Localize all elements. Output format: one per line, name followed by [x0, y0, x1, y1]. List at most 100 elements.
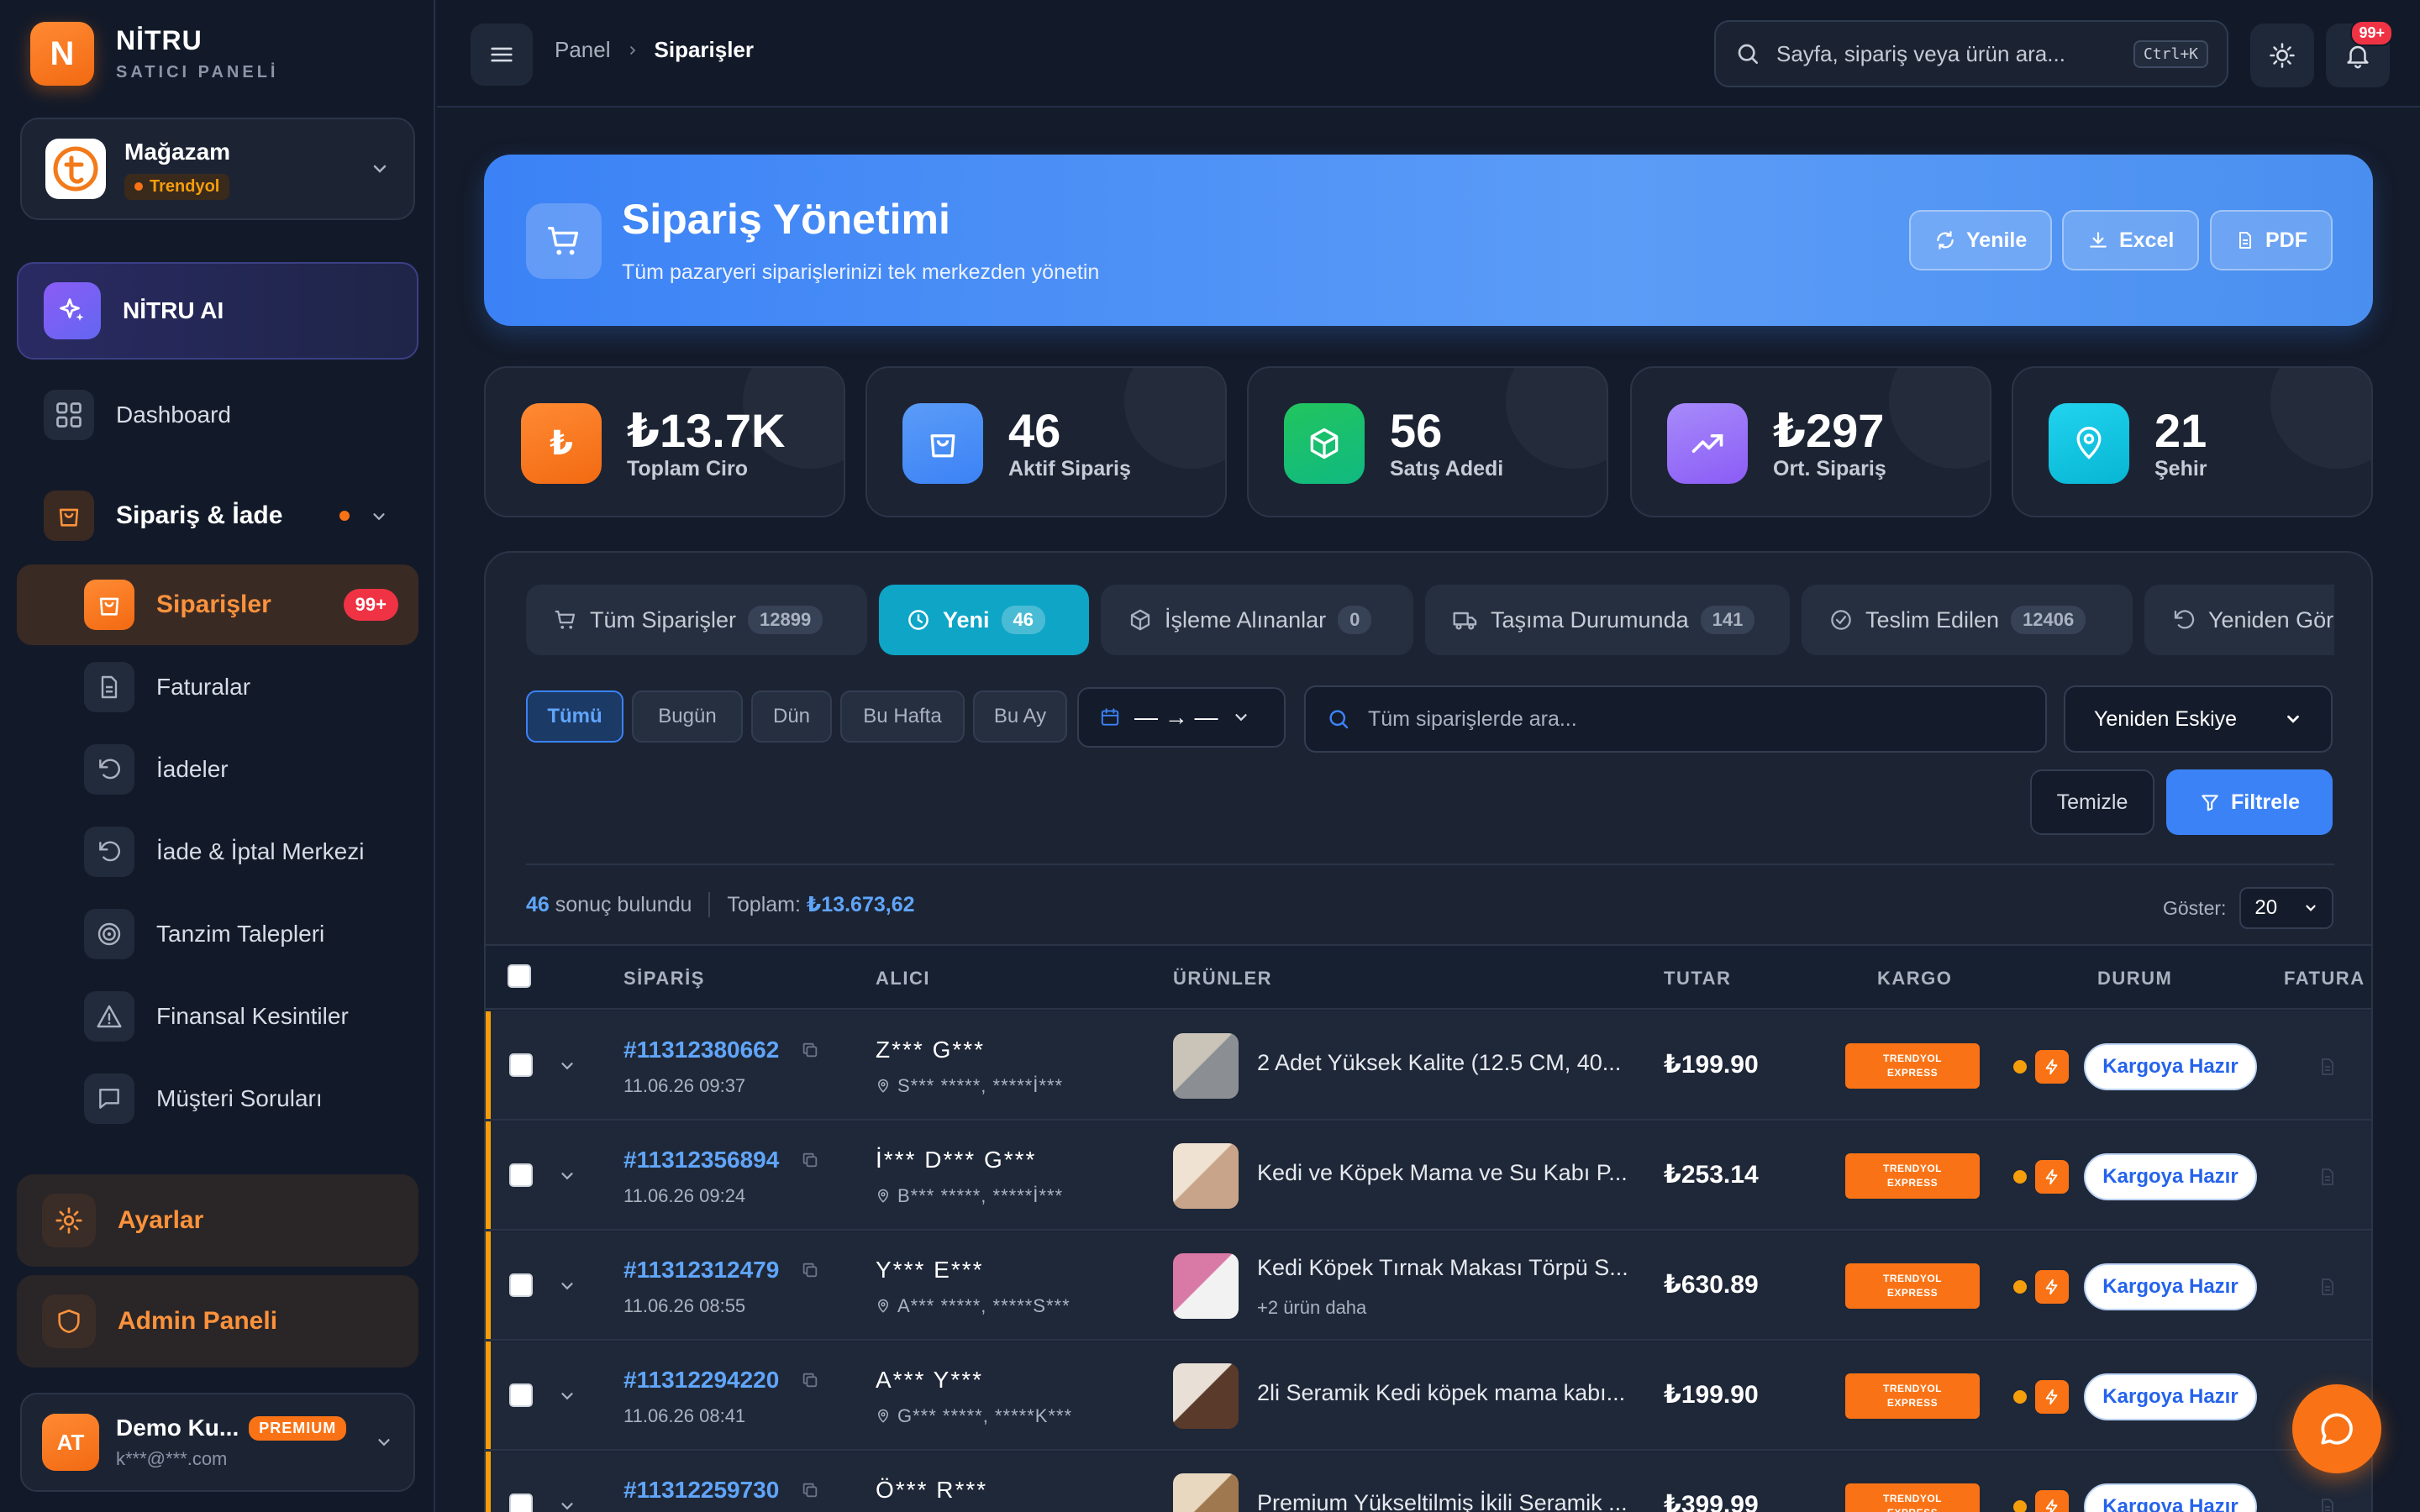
- clear-filters-button[interactable]: Temizle: [2030, 769, 2154, 835]
- status-badge[interactable]: Kargoya Hazır: [2084, 1373, 2257, 1420]
- nav-item-orders[interactable]: Siparişler 99+: [17, 564, 418, 645]
- column-header-invoice[interactable]: FATURA: [2284, 968, 2365, 990]
- user-menu[interactable]: AT Demo Ku... PREMIUM k***@***.com: [20, 1393, 415, 1492]
- export-excel-button[interactable]: Excel: [2062, 210, 2200, 270]
- lightning-icon: [2035, 1490, 2069, 1512]
- nav-item-admin-panel[interactable]: Admin Paneli: [17, 1275, 418, 1368]
- page-size-select[interactable]: 20: [2239, 887, 2334, 929]
- section-indicator-dot: [339, 511, 350, 521]
- apply-filter-button[interactable]: Filtrele: [2166, 769, 2333, 835]
- status-badge[interactable]: Kargoya Hazır: [2084, 1153, 2257, 1200]
- status-badge[interactable]: Kargoya Hazır: [2084, 1263, 2257, 1310]
- column-header-status[interactable]: DURUM: [2097, 968, 2172, 990]
- tab-new[interactable]: Yeni 46: [879, 585, 1089, 655]
- tab-in-transit[interactable]: Taşıma Durumunda 141: [1425, 585, 1790, 655]
- nav-item-settings[interactable]: Ayarlar: [17, 1174, 418, 1267]
- row-status-accent: [486, 1121, 491, 1229]
- table-row[interactable]: #11312294220 11.06.26 08:41 A*** Y*** G*…: [486, 1341, 2371, 1451]
- tab-redelivery[interactable]: Yeniden Gör: [2144, 585, 2334, 655]
- product-name[interactable]: 2 Adet Yüksek Kalite (12.5 CM, 40...: [1257, 1050, 1621, 1076]
- column-header-cargo[interactable]: KARGO: [1877, 968, 1952, 990]
- table-row[interactable]: #11312312479 11.06.26 08:55 Y*** E*** A*…: [486, 1231, 2371, 1341]
- chevron-down-icon[interactable]: [558, 1277, 576, 1295]
- product-name[interactable]: Kedi Köpek Tırnak Makası Törpü S...: [1257, 1255, 1628, 1281]
- table-row[interactable]: #11312259730 Ö*** R*** Premium Yükseltil…: [486, 1452, 2371, 1512]
- column-header-customer[interactable]: ALICI: [876, 968, 930, 990]
- order-number[interactable]: #11312380662: [623, 1037, 819, 1063]
- status-badge[interactable]: Kargoya Hazır: [2084, 1043, 2257, 1090]
- row-checkbox[interactable]: [509, 1494, 533, 1512]
- notifications-button[interactable]: 99+: [2326, 20, 2393, 87]
- invoice-icon[interactable]: [2317, 1167, 2338, 1187]
- table-row[interactable]: #11312380662 11.06.26 09:37 Z*** G*** S*…: [486, 1011, 2371, 1121]
- export-pdf-button[interactable]: PDF: [2210, 210, 2333, 270]
- column-header-order[interactable]: SİPARİŞ: [623, 968, 705, 990]
- menu-toggle-button[interactable]: [471, 24, 533, 86]
- nav-item-return-cancel-center[interactable]: İade & İptal Merkezi: [84, 827, 364, 877]
- nav-item-label: Dashboard: [116, 402, 231, 428]
- product-name[interactable]: 2li Seramik Kedi köpek mama kabı...: [1257, 1380, 1625, 1406]
- product-thumbnail[interactable]: [1173, 1253, 1239, 1319]
- period-filter-all[interactable]: Tümü: [526, 690, 623, 743]
- order-number[interactable]: #11312356894: [623, 1147, 819, 1173]
- cargo-badge: TRENDYOL EXPRESS: [1845, 1153, 1980, 1199]
- nav-item-adjustment-requests[interactable]: Tanzim Talepleri: [84, 909, 324, 959]
- orders-search-input[interactable]: Tüm siparişlerde ara...: [1304, 685, 2047, 753]
- product-thumbnail[interactable]: [1173, 1363, 1239, 1429]
- period-filter-yesterday[interactable]: Dün: [751, 690, 832, 743]
- nav-item-financial-deductions[interactable]: Finansal Kesintiler: [84, 991, 349, 1042]
- refresh-button[interactable]: Yenile: [1909, 210, 2053, 270]
- chevron-down-icon[interactable]: [558, 1387, 576, 1405]
- nav-item-label: NİTRU AI: [123, 297, 224, 323]
- row-checkbox[interactable]: [509, 1383, 533, 1407]
- nav-item-dashboard[interactable]: Dashboard: [44, 390, 231, 440]
- shopping-bag-icon: [44, 491, 94, 541]
- date-range-picker[interactable]: — → —: [1077, 687, 1286, 748]
- tab-delivered[interactable]: Teslim Edilen 12406: [1802, 585, 2133, 655]
- nav-item-invoices[interactable]: Faturalar: [84, 662, 250, 712]
- product-thumbnail[interactable]: [1173, 1473, 1239, 1512]
- stat-label: Şehir: [2154, 457, 2207, 480]
- table-row[interactable]: #11312356894 11.06.26 09:24 İ*** D*** G*…: [486, 1121, 2371, 1231]
- sort-select[interactable]: Yeniden Eskiye: [2064, 685, 2333, 753]
- global-search-input[interactable]: Sayfa, sipariş veya ürün ara... Ctrl+K: [1714, 20, 2228, 87]
- customer-address: G*** *****, *****K***: [876, 1405, 1072, 1427]
- undo-icon: [2174, 610, 2195, 629]
- row-checkbox[interactable]: [509, 1273, 533, 1297]
- invoice-icon[interactable]: [2317, 1497, 2338, 1512]
- chevron-down-icon[interactable]: [558, 1057, 576, 1075]
- tab-all-orders[interactable]: Tüm Siparişler 12899: [526, 585, 867, 655]
- order-number[interactable]: #11312259730: [623, 1477, 819, 1504]
- column-header-products[interactable]: ÜRÜNLER: [1173, 968, 1272, 990]
- breadcrumb-link-panel[interactable]: Panel: [555, 37, 611, 63]
- column-header-amount[interactable]: TUTAR: [1664, 968, 1731, 990]
- product-name[interactable]: Premium Yükseltilmiş İkili Seramik ...: [1257, 1490, 1628, 1512]
- product-thumbnail[interactable]: [1173, 1033, 1239, 1099]
- row-checkbox[interactable]: [509, 1053, 533, 1077]
- select-all-checkbox[interactable]: [508, 964, 531, 988]
- product-name[interactable]: Kedi ve Köpek Mama ve Su Kabı P...: [1257, 1160, 1628, 1186]
- period-filter-this-week[interactable]: Bu Hafta: [840, 690, 965, 743]
- nav-item-returns[interactable]: İadeler: [84, 744, 229, 795]
- product-thumbnail[interactable]: [1173, 1143, 1239, 1209]
- plan-badge: PREMIUM: [249, 1415, 347, 1441]
- invoice-icon[interactable]: [2317, 1057, 2338, 1077]
- tab-processing[interactable]: İşleme Alınanlar 0: [1101, 585, 1413, 655]
- theme-toggle-button[interactable]: [2250, 24, 2314, 87]
- nav-item-customer-questions[interactable]: Müşteri Soruları: [84, 1074, 323, 1124]
- period-filter-this-month[interactable]: Bu Ay: [973, 690, 1067, 743]
- invoice-icon[interactable]: [2317, 1277, 2338, 1297]
- row-status-accent: [486, 1341, 491, 1449]
- chevron-down-icon[interactable]: [558, 1497, 576, 1512]
- status-badge[interactable]: Kargoya Hazır: [2084, 1483, 2257, 1512]
- row-checkbox[interactable]: [509, 1163, 533, 1187]
- order-number[interactable]: #11312312479: [623, 1257, 819, 1284]
- chevron-down-icon[interactable]: [558, 1167, 576, 1185]
- nav-item-nitru-ai[interactable]: NİTRU AI: [17, 262, 418, 360]
- order-number[interactable]: #11312294220: [623, 1367, 819, 1394]
- store-selector[interactable]: Mağazam Trendyol: [20, 118, 415, 220]
- more-products[interactable]: +2 ürün daha: [1257, 1297, 1366, 1319]
- period-filter-today[interactable]: Bugün: [632, 690, 743, 743]
- chat-support-button[interactable]: [2292, 1384, 2381, 1473]
- brand[interactable]: N NİTRU SATICI PANELİ: [30, 22, 278, 86]
